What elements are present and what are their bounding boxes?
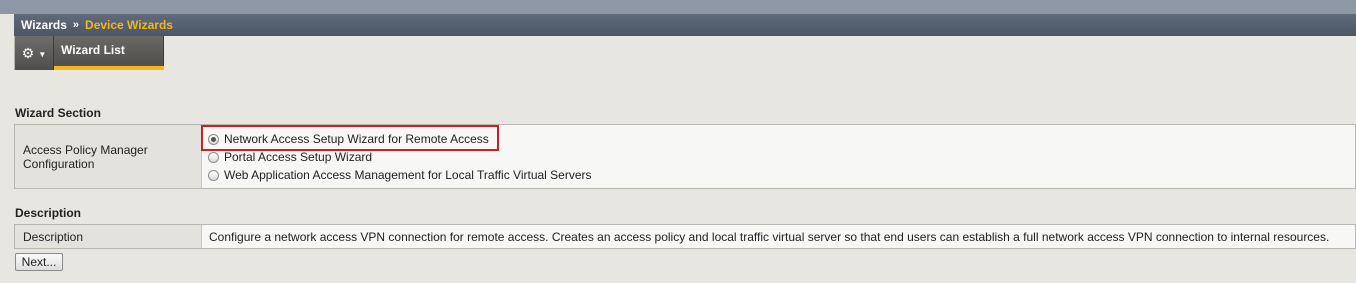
breadcrumb: Wizards » Device Wizards (14, 14, 1356, 36)
description-text: Configure a network access VPN connectio… (209, 229, 1330, 244)
tab-bar: ⚙ ▼ Wizard List (14, 36, 1356, 70)
description-section-title: Description (15, 206, 82, 220)
wizard-options: Network Access Setup Wizard for Remote A… (203, 125, 1355, 188)
top-strip (0, 0, 1356, 14)
description-label: Description (15, 225, 202, 248)
wizard-option-portal-access[interactable]: Portal Access Setup Wizard (208, 149, 372, 165)
breadcrumb-separator: » (72, 19, 80, 31)
wizard-option-web-app-access[interactable]: Web Application Access Management for Lo… (208, 167, 592, 183)
wizard-section-title: Wizard Section (15, 106, 101, 120)
apm-configuration-label: Access Policy Manager Configuration (15, 125, 202, 188)
option-label: Network Access Setup Wizard for Remote A… (224, 132, 489, 146)
option-label: Web Application Access Management for Lo… (224, 168, 592, 182)
next-button[interactable]: Next... (15, 253, 63, 271)
description-table: Description Configure a network access V… (14, 224, 1356, 249)
breadcrumb-wizards[interactable]: Wizards (21, 18, 67, 32)
gear-icon: ⚙ (21, 45, 35, 61)
radio-portal-access[interactable] (208, 151, 219, 163)
option-label: Portal Access Setup Wizard (224, 150, 373, 164)
active-tab-indicator (54, 66, 164, 70)
breadcrumb-device-wizards: Device Wizards (85, 18, 173, 32)
caret-down-icon: ▼ (38, 49, 47, 59)
wizard-option-network-access[interactable]: Network Access Setup Wizard for Remote A… (208, 131, 489, 147)
description-value-cell: Configure a network access VPN connectio… (203, 225, 1355, 248)
radio-network-access[interactable] (208, 133, 219, 145)
tab-wizard-list-label: Wizard List (61, 43, 125, 57)
tab-wizard-list[interactable]: Wizard List (54, 36, 164, 70)
wizard-section-table: Access Policy Manager Configuration Netw… (14, 124, 1356, 189)
radio-web-app-access[interactable] (208, 169, 219, 181)
options-menu-button[interactable]: ⚙ ▼ (15, 36, 54, 70)
